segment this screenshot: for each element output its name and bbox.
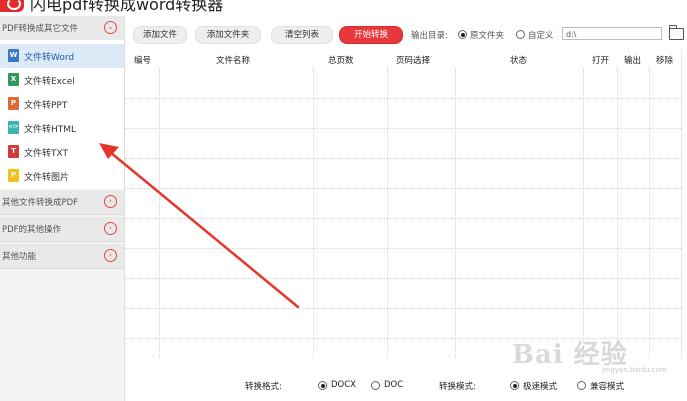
image-file-icon: P: [8, 169, 19, 182]
grid-line: [125, 218, 681, 219]
sidebar-sub-list: W 文件转Word X 文件转Excel P 文件转PPT </> 文件转HTM…: [0, 40, 124, 189]
grid-line: [125, 278, 681, 279]
file-table: 编号 文件名称 总页数 页码选择 状态 打开 输出 移除: [125, 50, 682, 358]
sidebar-group-pdf-other-ops[interactable]: PDF的其他操作 ›: [0, 217, 124, 242]
format-doc-label: DOC: [384, 380, 404, 390]
chevron-right-icon: ›: [104, 195, 117, 208]
mode-fast-label: 极速模式: [523, 382, 558, 392]
html-file-icon: </>: [8, 121, 19, 134]
sidebar-group-other-to-pdf[interactable]: 其他文件转换成PDF ›: [0, 190, 124, 215]
format-doc-radio[interactable]: [371, 381, 380, 390]
mode-compatible-radio[interactable]: [577, 381, 586, 390]
sidebar-item-label: 文件转Excel: [24, 77, 75, 87]
original-folder-radio[interactable]: [458, 30, 467, 39]
column-header-remove: 移除: [656, 56, 674, 66]
sidebar-item-image[interactable]: P 文件转图片: [0, 164, 124, 188]
format-label: 转换格式:: [245, 382, 282, 392]
sidebar-item-ppt[interactable]: P 文件转PPT: [0, 92, 124, 116]
watermark-url: jingyan.baidu.com: [602, 366, 667, 374]
sidebar-item-label: 文件转PPT: [24, 101, 68, 111]
table-header: 编号 文件名称 总页数 页码选择 状态 打开 输出 移除: [125, 50, 681, 68]
grid-line: [617, 68, 618, 358]
original-folder-label: 原文件夹: [470, 31, 505, 41]
sidebar: PDF转换成其它文件 ⌄ W 文件转Word X 文件转Excel P 文件转P…: [0, 16, 125, 401]
baidu-jingyan-watermark: Bai 经验 jingyan.baidu.com: [512, 326, 682, 376]
chevron-right-icon: ›: [104, 249, 117, 262]
grid-line: [125, 308, 681, 309]
app-logo-icon: [0, 0, 24, 12]
chevron-right-icon: ›: [104, 222, 117, 235]
txt-file-icon: T: [8, 145, 19, 158]
column-header-output: 输出: [624, 56, 642, 66]
grid-line: [125, 98, 681, 99]
grid-line: [125, 248, 681, 249]
column-header-index: 编号: [134, 56, 152, 66]
sidebar-group-pdf-to-other[interactable]: PDF转换成其它文件 ⌄: [0, 16, 124, 41]
mode-compatible-label: 兼容模式: [590, 382, 625, 392]
sidebar-item-label: 文件转Word: [24, 53, 75, 63]
grid-line: [455, 68, 456, 358]
add-file-button[interactable]: 添加文件: [133, 26, 187, 44]
mode-label: 转换模式:: [439, 382, 476, 392]
grid-line: [159, 68, 160, 358]
column-header-open: 打开: [592, 56, 610, 66]
word-file-icon: W: [8, 49, 19, 62]
grid-line: [125, 188, 681, 189]
sidebar-item-html[interactable]: </> 文件转HTML: [0, 116, 124, 140]
sidebar-item-label: 文件转TXT: [24, 149, 69, 159]
sidebar-group-label: 其他功能: [2, 252, 37, 262]
excel-file-icon: X: [8, 73, 19, 86]
toolbar: 添加文件 添加文件夹 清空列表 开始转换 输出目录: 原文件夹 自定义 d:\: [125, 16, 687, 50]
grid-line: [649, 68, 650, 358]
chevron-down-icon: ⌄: [104, 21, 117, 34]
app-title: 闪电pdf转换成word转换器: [30, 0, 224, 14]
sidebar-group-label: 其他文件转换成PDF: [2, 198, 79, 208]
mode-fast-radio[interactable]: [510, 381, 519, 390]
format-docx-label: DOCX: [331, 380, 356, 390]
column-header-status: 状态: [510, 56, 528, 66]
sidebar-item-label: 文件转图片: [24, 173, 70, 183]
sidebar-item-txt[interactable]: T 文件转TXT: [0, 140, 124, 164]
clear-list-button[interactable]: 清空列表: [271, 26, 333, 44]
column-header-filename: 文件名称: [216, 56, 251, 66]
custom-folder-radio[interactable]: [516, 30, 525, 39]
custom-folder-label: 自定义: [528, 31, 554, 41]
grid-line: [387, 68, 388, 358]
output-dir-label: 输出目录:: [411, 31, 448, 41]
grid-line: [583, 68, 584, 358]
output-dir-input[interactable]: d:\: [562, 27, 662, 40]
folder-icon[interactable]: [669, 25, 684, 40]
sidebar-group-label: PDF的其他操作: [2, 225, 62, 235]
column-header-pages: 总页数: [328, 56, 354, 66]
sidebar-item-label: 文件转HTML: [24, 125, 77, 135]
sidebar-group-label: PDF转换成其它文件: [2, 24, 79, 34]
title-bar: 闪电pdf转换成word转换器: [0, 0, 687, 16]
sidebar-item-excel[interactable]: X 文件转Excel: [0, 68, 124, 92]
format-docx-radio[interactable]: [318, 381, 327, 390]
add-folder-button[interactable]: 添加文件夹: [195, 26, 261, 44]
grid-line: [125, 128, 681, 129]
sidebar-item-word[interactable]: W 文件转Word: [0, 44, 124, 68]
grid-line: [125, 158, 681, 159]
ppt-file-icon: P: [8, 97, 19, 110]
sidebar-group-other-functions[interactable]: 其他功能 ›: [0, 244, 124, 269]
grid-line: [313, 68, 314, 358]
start-convert-button[interactable]: 开始转换: [339, 26, 403, 44]
column-header-page-select: 页码选择: [396, 56, 431, 66]
